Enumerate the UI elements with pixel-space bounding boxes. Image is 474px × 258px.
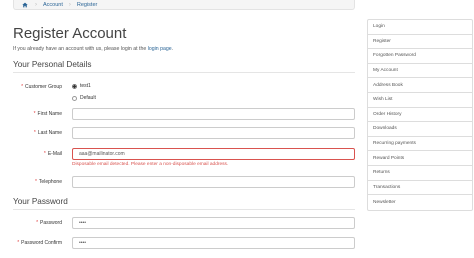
- first-name-label: * First Name: [33, 111, 62, 117]
- email-label-text: E-Mail: [47, 151, 62, 157]
- breadcrumb-account-link[interactable]: Account: [43, 2, 63, 8]
- sidebar-item-forgotten-password[interactable]: Forgotten Password: [368, 49, 472, 64]
- sidebar-item-downloads[interactable]: Downloads: [368, 122, 472, 137]
- password-confirm-label: * Password Confirm: [17, 240, 62, 246]
- intro-text-suffix: .: [171, 46, 174, 52]
- telephone-label-text: Telephone: [38, 179, 62, 185]
- customer-group-label: * Customer Group: [21, 84, 62, 90]
- customer-group-label-text: Customer Group: [25, 84, 62, 90]
- sidebar-item-returns[interactable]: Returns: [368, 166, 472, 181]
- password-label-text: Password: [40, 220, 62, 226]
- intro-text: If you already have an account with us, …: [13, 46, 173, 52]
- sidebar-item-recurring-payments[interactable]: Recurring payments: [368, 137, 472, 152]
- sidebar-item-my-account[interactable]: My Account: [368, 64, 472, 79]
- sidebar-item-register[interactable]: Register: [368, 35, 472, 50]
- breadcrumb-register-link[interactable]: Register: [77, 2, 97, 8]
- breadcrumb-separator: ›: [68, 1, 71, 8]
- personal-details-legend: Your Personal Details: [13, 60, 355, 73]
- email-label: * E-Mail: [43, 151, 62, 157]
- last-name-input[interactable]: [72, 127, 355, 139]
- sidebar-item-order-history[interactable]: Order History: [368, 108, 472, 123]
- last-name-label: * Last Name: [33, 130, 62, 136]
- intro-text-body: If you already have an account with us, …: [13, 46, 148, 52]
- email-error-message: Disposable email detected. Please enter …: [72, 162, 229, 167]
- radio-label: test1: [80, 83, 91, 89]
- login-page-link[interactable]: login page: [148, 46, 172, 52]
- last-name-label-text: Last Name: [37, 130, 62, 136]
- radio-selected-icon[interactable]: [72, 83, 77, 89]
- page-title: Register Account: [13, 25, 127, 42]
- password-confirm-input[interactable]: ••••: [72, 237, 355, 249]
- sidebar-item-reward-points[interactable]: Reward Points: [368, 151, 472, 166]
- telephone-label: * Telephone: [34, 179, 62, 185]
- radio-label: Default: [80, 95, 96, 101]
- password-confirm-label-text: Password Confirm: [21, 240, 62, 246]
- radio-unselected-icon[interactable]: [72, 95, 77, 101]
- password-input[interactable]: ••••: [72, 217, 355, 229]
- home-icon[interactable]: [21, 0, 29, 10]
- sidebar-item-newsletter[interactable]: Newsletter: [368, 195, 472, 210]
- breadcrumb: › Account › Register: [13, 0, 355, 10]
- sidebar-item-address-book[interactable]: Address Book: [368, 78, 472, 93]
- sidebar-item-login[interactable]: Login: [368, 20, 472, 35]
- telephone-input[interactable]: [72, 176, 355, 188]
- sidebar-item-wish-list[interactable]: Wish List: [368, 93, 472, 108]
- customer-group-radio-default[interactable]: Default: [72, 95, 96, 101]
- password-label: * Password: [36, 220, 62, 226]
- sidebar-item-transactions[interactable]: Transactions: [368, 181, 472, 196]
- customer-group-radio-test1[interactable]: test1: [72, 83, 91, 89]
- breadcrumb-separator: ›: [35, 1, 37, 8]
- account-sidebar: Login Register Forgotten Password My Acc…: [367, 19, 473, 211]
- email-input[interactable]: aaa@mailinator.com: [72, 148, 355, 160]
- first-name-input[interactable]: [72, 108, 355, 120]
- password-legend: Your Password: [13, 197, 355, 210]
- first-name-label-text: First Name: [37, 111, 62, 117]
